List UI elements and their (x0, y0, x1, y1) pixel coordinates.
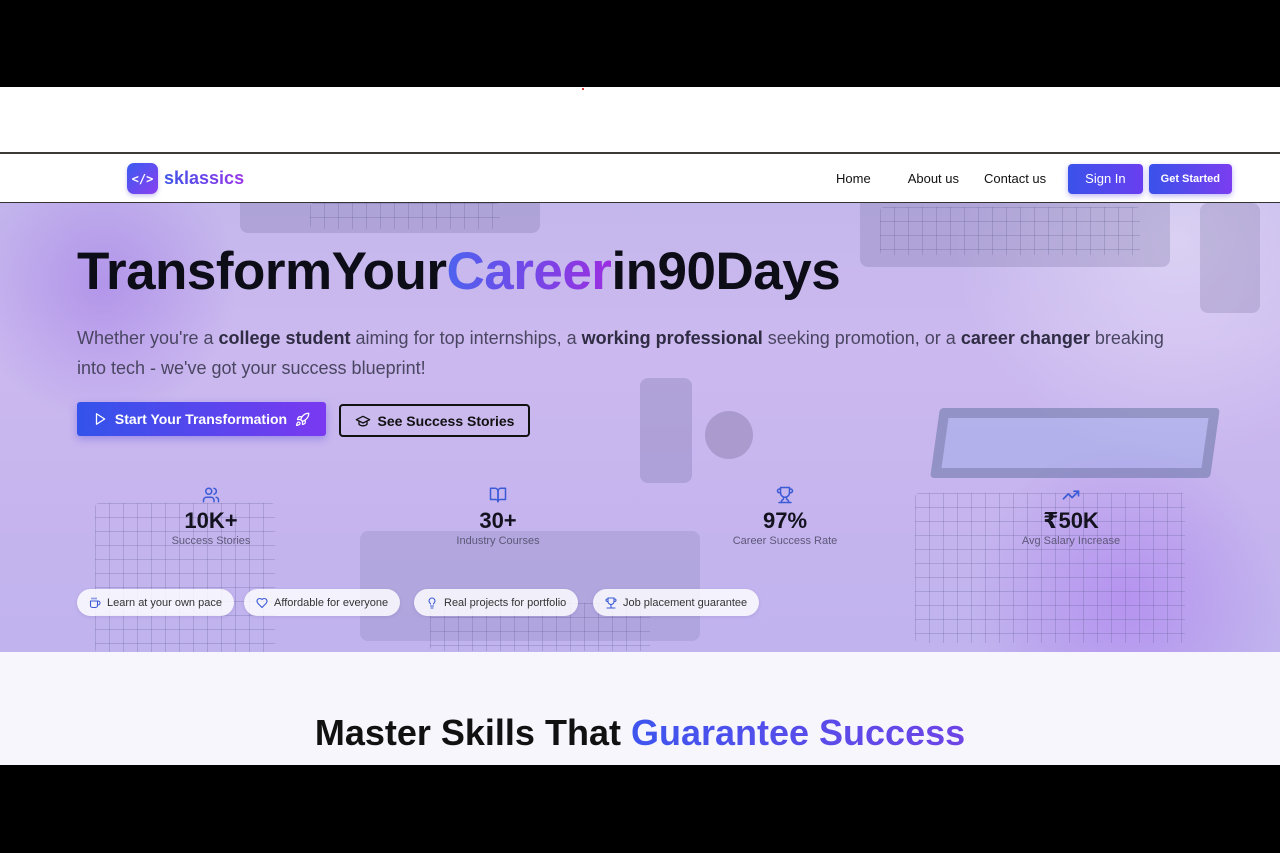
feature-pill-affordable: Affordable for everyone (244, 589, 401, 616)
logo[interactable]: </> sklassics (127, 163, 244, 194)
feature-label: Learn at your own pace (107, 596, 222, 609)
feature-label: Affordable for everyone (274, 596, 389, 609)
see-success-stories-label: See Success Stories (377, 412, 515, 429)
stat-label: Avg Salary Increase (1021, 535, 1121, 547)
hero-subtitle: Whether you're a college student aiming … (77, 323, 1187, 383)
subtitle-bold: college student (218, 328, 351, 348)
subtitle-bold: working professional (581, 328, 763, 348)
stat-avg-salary-increase: ₹50K Avg Salary Increase (971, 485, 1171, 547)
feature-pill-job-placement: Job placement guarantee (593, 589, 760, 616)
nav-link-about[interactable]: About us (884, 171, 972, 186)
stat-label: Success Stories (171, 535, 251, 547)
background-phone (1200, 203, 1260, 313)
stat-value: ₹50K (1043, 508, 1099, 533)
skills-section-title: Master Skills That Guarantee Success (0, 712, 1280, 754)
nav-link-home[interactable]: Home (823, 171, 884, 186)
feature-label: Job placement guarantee (623, 596, 748, 609)
subtitle-text: aiming for top internships, a (350, 328, 582, 348)
subtitle-text: Whether you're a (77, 328, 219, 348)
rocket-icon (295, 412, 310, 427)
nav-links: Home About us Contact us Sign In Get Sta… (823, 163, 1232, 194)
skills-title-part1: Master Skills That (314, 712, 631, 753)
nav-link-contact[interactable]: Contact us (972, 171, 1059, 186)
hero-title-part2: in90Days (611, 242, 841, 301)
top-blank-area (0, 87, 1280, 152)
users-icon (111, 485, 311, 505)
skills-title-highlight: Guarantee Success (630, 712, 966, 753)
browser-viewport: </> sklassics Home About us Contact us S… (0, 87, 1280, 765)
stat-label: Industry Courses (456, 535, 540, 547)
feature-pill-real-projects: Real projects for portfolio (414, 589, 579, 616)
subtitle-text: seeking promotion, or a (762, 328, 961, 348)
stat-value: 30+ (479, 508, 517, 533)
sign-in-button[interactable]: Sign In (1068, 163, 1143, 194)
navbar: </> sklassics Home About us Contact us S… (0, 154, 1280, 203)
background-phone (640, 378, 692, 483)
start-transformation-label: Start Your Transformation (114, 411, 288, 427)
stat-label: Career Success Rate (732, 535, 838, 547)
trending-up-icon (971, 485, 1171, 505)
see-success-stories-button[interactable]: See Success Stories (339, 404, 530, 437)
hero-title: TransformYourCareerin90Days (77, 241, 841, 302)
background-cup (705, 411, 753, 459)
lightbulb-icon (426, 597, 438, 609)
heart-icon (256, 597, 268, 609)
code-icon: </> (127, 163, 158, 194)
feature-pill-own-pace: Learn at your own pace (77, 589, 234, 616)
skills-section: Master Skills That Guarantee Success (0, 652, 1280, 765)
background-keyboard (880, 207, 1140, 255)
start-transformation-button[interactable]: Start Your Transformation (77, 402, 326, 436)
stat-career-success-rate: 97% Career Success Rate (685, 485, 885, 547)
hero-section: TransformYourCareerin90Days Whether you'… (0, 203, 1280, 652)
get-started-button[interactable]: Get Started (1148, 163, 1232, 194)
stat-value: 97% (762, 508, 808, 533)
subtitle-bold: career changer (960, 328, 1090, 348)
coffee-icon (89, 596, 101, 609)
stat-success-stories: 10K+ Success Stories (111, 485, 311, 547)
hero-title-part1: TransformYour (77, 242, 447, 301)
stat-industry-courses: 30+ Industry Courses (398, 485, 598, 547)
red-dot-marker (582, 88, 584, 90)
play-icon (93, 412, 107, 426)
feature-label: Real projects for portfolio (444, 596, 567, 609)
brand-name: sklassics (164, 168, 245, 188)
hero-title-highlight: Career (446, 242, 612, 301)
stat-value: 10K+ (184, 508, 238, 533)
background-keyboard (310, 203, 500, 229)
trophy-icon (605, 596, 617, 609)
book-open-icon (398, 485, 598, 505)
trophy-icon (685, 485, 885, 505)
background-laptop-screen (930, 408, 1220, 478)
graduation-cap-icon (355, 413, 371, 429)
